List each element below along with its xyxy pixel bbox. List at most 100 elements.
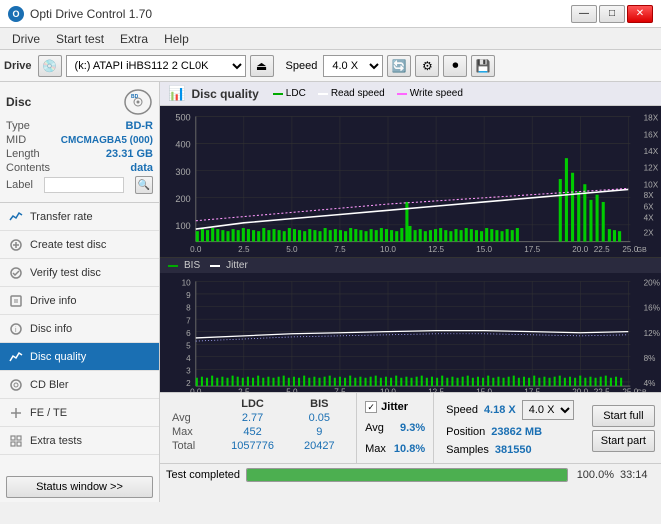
svg-text:4%: 4% bbox=[644, 379, 656, 388]
fe-te-icon bbox=[8, 405, 24, 421]
avg-label: Avg bbox=[168, 411, 215, 425]
nav-transfer-rate[interactable]: Transfer rate bbox=[0, 203, 159, 231]
disc-label-input[interactable] bbox=[44, 177, 124, 193]
svg-text:6: 6 bbox=[186, 329, 191, 338]
total-ldc-value: 1057776 bbox=[215, 439, 291, 453]
svg-text:10.0: 10.0 bbox=[380, 388, 396, 392]
app-title: Opti Drive Control 1.70 bbox=[30, 7, 152, 21]
bottom-stats-area: LDC BIS Avg 2.77 0.05 Max bbox=[160, 392, 661, 502]
svg-text:7: 7 bbox=[186, 316, 191, 325]
avg-ldc-value: 2.77 bbox=[215, 411, 291, 425]
samples-label: Samples bbox=[446, 444, 489, 456]
maximize-button[interactable]: □ bbox=[599, 5, 625, 23]
menu-help[interactable]: Help bbox=[156, 30, 197, 48]
eject-button[interactable]: ⏏ bbox=[250, 55, 274, 77]
disc-length-label: Length bbox=[6, 148, 40, 160]
svg-text:14X: 14X bbox=[644, 147, 659, 156]
refresh-button[interactable]: 🔄 bbox=[387, 55, 411, 77]
position-label: Position bbox=[446, 426, 485, 438]
disc-contents-value: data bbox=[130, 162, 153, 174]
status-window-button[interactable]: Status window >> bbox=[6, 476, 153, 498]
menu-extra[interactable]: Extra bbox=[112, 30, 156, 48]
svg-text:18X: 18X bbox=[644, 114, 659, 123]
legend-writespeed-dot bbox=[397, 93, 407, 95]
start-full-button[interactable]: Start full bbox=[592, 405, 655, 427]
nav-disc-quality[interactable]: Disc quality bbox=[0, 343, 159, 371]
svg-text:5.0: 5.0 bbox=[286, 245, 298, 254]
chart1-legend: LDC Read speed Write speed bbox=[273, 88, 463, 99]
avg-bis-value: 0.05 bbox=[291, 411, 349, 425]
legend-bis: BIS bbox=[168, 260, 200, 271]
nav-fe-te[interactable]: FE / TE bbox=[0, 399, 159, 427]
svg-text:20%: 20% bbox=[644, 279, 661, 288]
svg-text:22.5: 22.5 bbox=[594, 388, 610, 392]
svg-text:400: 400 bbox=[175, 140, 190, 150]
svg-text:10.0: 10.0 bbox=[380, 245, 396, 254]
position-value: 23862 MB bbox=[491, 426, 542, 438]
svg-text:10X: 10X bbox=[644, 180, 659, 189]
speed-position-section: Speed 4.18 X 4.0 X Position 23862 MB Sam… bbox=[433, 393, 586, 463]
svg-text:12.5: 12.5 bbox=[428, 245, 444, 254]
jitter-max-label: Max bbox=[365, 443, 386, 455]
nav-disc-info-label: Disc info bbox=[30, 323, 72, 335]
disc-contents-row: Contents data bbox=[6, 162, 153, 174]
drive-select[interactable]: (k:) ATAPI iHBS112 2 CL0K bbox=[66, 55, 246, 77]
content-header: 📊 Disc quality LDC Read speed Write spee… bbox=[160, 82, 661, 106]
start-part-button[interactable]: Start part bbox=[592, 430, 655, 452]
svg-text:0.0: 0.0 bbox=[190, 245, 202, 254]
legend-jitter-dot bbox=[210, 265, 220, 267]
speed-select-stat[interactable]: 4.0 X bbox=[522, 400, 574, 420]
content-header-title: Disc quality bbox=[191, 87, 258, 101]
verify-test-disc-icon bbox=[8, 265, 24, 281]
col-header-bis: BIS bbox=[291, 397, 349, 411]
progress-bar bbox=[246, 468, 568, 482]
sidebar-nav: Transfer rate Create test disc Verify te… bbox=[0, 203, 159, 472]
disc-contents-label: Contents bbox=[6, 162, 50, 174]
chart1-svg: 500 400 300 200 100 0.0 2.5 5.0 7.5 10.0… bbox=[160, 106, 661, 257]
svg-text:GB: GB bbox=[636, 245, 647, 254]
save-button[interactable]: 💾 bbox=[471, 55, 495, 77]
disc-info-icon: i bbox=[8, 321, 24, 337]
nav-fe-te-label: FE / TE bbox=[30, 407, 67, 419]
minimize-button[interactable]: — bbox=[571, 5, 597, 23]
content-area: 📊 Disc quality LDC Read speed Write spee… bbox=[160, 82, 661, 502]
menu-start-test[interactable]: Start test bbox=[48, 30, 112, 48]
max-ldc-value: 452 bbox=[215, 425, 291, 439]
label-icon-btn[interactable]: 🔍 bbox=[135, 176, 153, 194]
nav-disc-info[interactable]: i Disc info bbox=[0, 315, 159, 343]
disc-mid-label: MID bbox=[6, 134, 26, 146]
settings-button[interactable]: ⚙ bbox=[415, 55, 439, 77]
nav-verify-test-disc[interactable]: Verify test disc bbox=[0, 259, 159, 287]
nav-drive-info[interactable]: Drive info bbox=[0, 287, 159, 315]
disc-quality-icon bbox=[8, 349, 24, 365]
nav-create-test-disc[interactable]: Create test disc bbox=[0, 231, 159, 259]
menu-bar: Drive Start test Extra Help bbox=[0, 28, 661, 50]
jitter-avg-label: Avg bbox=[365, 422, 384, 434]
jitter-checkbox[interactable]: ✓ bbox=[365, 401, 377, 413]
legend-writespeed-label: Write speed bbox=[410, 88, 463, 99]
nav-disc-quality-label: Disc quality bbox=[30, 351, 86, 363]
nav-cd-bler[interactable]: CD Bler bbox=[0, 371, 159, 399]
legend-ldc-dot bbox=[273, 93, 283, 95]
nav-extra-tests[interactable]: Extra tests bbox=[0, 427, 159, 455]
disc-mid-row: MID CMCMAGBA5 (000) bbox=[6, 134, 153, 146]
drive-icon-btn[interactable]: 💿 bbox=[38, 55, 62, 77]
speed-select[interactable]: 4.0 X 1.0 X 2.0 X 6.0 X 8.0 X bbox=[323, 55, 383, 77]
record-button[interactable]: ⏺ bbox=[443, 55, 467, 77]
menu-drive[interactable]: Drive bbox=[4, 30, 48, 48]
jitter-label: Jitter bbox=[381, 401, 408, 413]
legend-readspeed-dot bbox=[318, 93, 328, 95]
disc-label-row: Label 🔍 bbox=[6, 176, 153, 194]
svg-text:10: 10 bbox=[182, 279, 191, 288]
legend-readspeed: Read speed bbox=[318, 88, 385, 99]
nav-drive-info-label: Drive info bbox=[30, 295, 76, 307]
max-bis-value: 9 bbox=[291, 425, 349, 439]
svg-text:8X: 8X bbox=[644, 191, 654, 200]
close-button[interactable]: ✕ bbox=[627, 5, 653, 23]
charts-area: 500 400 300 200 100 0.0 2.5 5.0 7.5 10.0… bbox=[160, 106, 661, 392]
jitter-max-value: 10.8% bbox=[394, 443, 425, 455]
stats-row: LDC BIS Avg 2.77 0.05 Max bbox=[160, 393, 661, 463]
svg-text:2X: 2X bbox=[644, 228, 654, 237]
total-label: Total bbox=[168, 439, 215, 453]
svg-text:12X: 12X bbox=[644, 164, 659, 173]
